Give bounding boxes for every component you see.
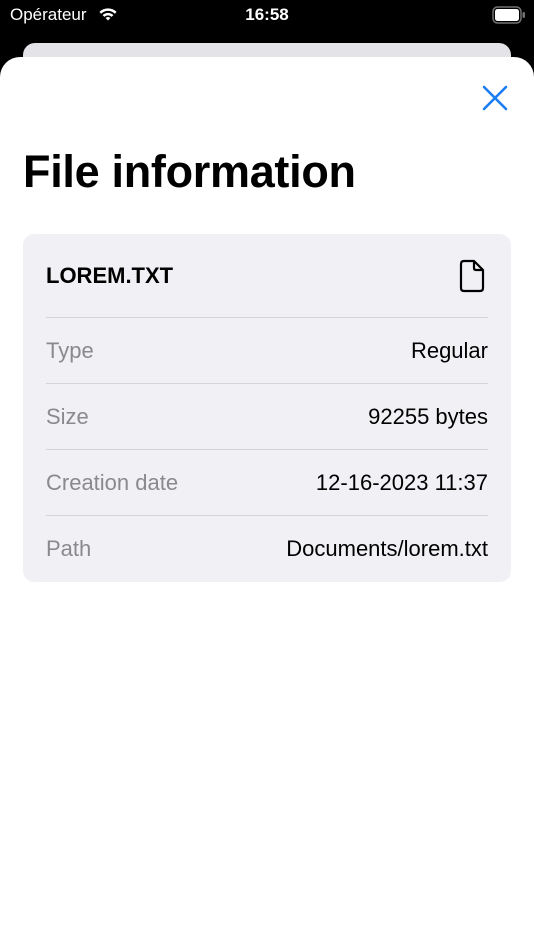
close-x-icon [482, 85, 508, 111]
type-label: Type [46, 338, 94, 363]
type-value: Regular [410, 338, 488, 363]
file-header: LOREM.TXT [23, 234, 511, 317]
info-row-size: Size 92255 bytes [46, 383, 488, 450]
info-row-creation-date: Creation date 12-16-2023 11:37 [46, 449, 488, 516]
path-value: Documents/lorem.txt [286, 536, 488, 561]
size-label: Size [46, 404, 89, 429]
info-row-type: Type Regular [46, 317, 488, 384]
creation-date-label: Creation date [46, 470, 179, 495]
page-title: File information [23, 146, 356, 197]
document-icon [459, 259, 485, 293]
close-button[interactable] [478, 81, 512, 115]
file-info-card: LOREM.TXT Type Regular Size 92255 bytes … [23, 234, 511, 582]
path-label: Path [46, 536, 92, 561]
status-bar: Opérateur 16:58 [0, 0, 534, 44]
creation-date-value: 12-16-2023 11:37 [315, 470, 488, 495]
file-name: LOREM.TXT [46, 263, 174, 288]
battery-icon [492, 6, 525, 24]
size-value: 92255 bytes [368, 404, 488, 429]
info-row-path: Path Documents/lorem.txt [46, 515, 488, 582]
status-time: 16:58 [245, 5, 289, 24]
file-info-sheet: File information LOREM.TXT Type Regular … [0, 57, 534, 950]
